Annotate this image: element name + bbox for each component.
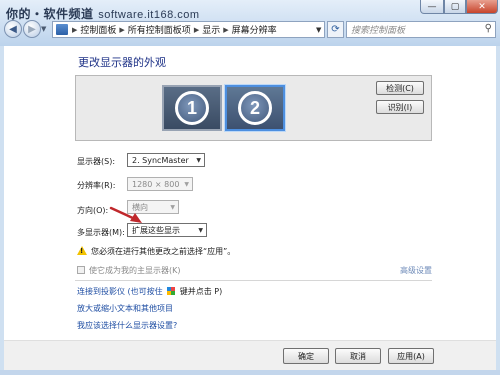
minimize-button[interactable]: —: [420, 0, 444, 14]
close-icon: ✕: [478, 1, 486, 12]
advanced-settings-link[interactable]: 高级设置: [400, 265, 432, 276]
chevron-right-icon[interactable]: ▶: [221, 26, 230, 34]
chevron-down-icon: ▼: [184, 181, 189, 188]
monitor-1-tile[interactable]: 1: [162, 85, 222, 131]
cancel-button[interactable]: 取消: [335, 348, 381, 364]
chevron-right-icon[interactable]: ▶: [70, 26, 79, 34]
monitor-2-tile[interactable]: 2: [225, 85, 285, 131]
resolution-value: 1280 × 800: [132, 179, 180, 189]
breadcrumb-control-panel[interactable]: 控制面板: [79, 23, 117, 36]
projector-line: 连接到投影仪 (也可按住 键并点击 P): [77, 286, 222, 297]
address-bar[interactable]: ▶ 控制面板 ▶ 所有控制面板项 ▶ 显示 ▶ 屏幕分辨率: [52, 21, 325, 38]
chevron-down-icon: ▼: [198, 227, 203, 234]
resolution-label: 分辨率(R):: [77, 181, 116, 190]
chevron-down-icon: ▼: [170, 204, 175, 211]
chevron-right-icon[interactable]: ▶: [192, 26, 201, 34]
main-display-checkbox-label: 使它成为我的主显示器(K): [89, 266, 181, 275]
chevron-down-icon: ▼: [196, 157, 201, 164]
chevron-right-icon[interactable]: ▶: [117, 26, 126, 34]
identify-button[interactable]: 识别(I): [376, 100, 424, 114]
search-box[interactable]: 搜索控制面板 ⚲: [346, 21, 496, 38]
resolution-select: 1280 × 800 ▼: [127, 177, 193, 191]
page-title: 更改显示器的外观: [78, 56, 166, 69]
watermark-text: 你的・软件频道: [6, 7, 94, 21]
maximize-icon: ▢: [450, 1, 460, 12]
search-input[interactable]: 搜索控制面板: [351, 23, 405, 36]
breadcrumb-screen-resolution[interactable]: 屏幕分辨率: [231, 23, 278, 36]
connect-projector-link[interactable]: 连接到投影仪 (也可按住: [77, 287, 163, 296]
back-button[interactable]: ◀: [4, 20, 22, 38]
display-help-link[interactable]: 我应该选择什么显示器设置?: [77, 320, 177, 331]
apply-button[interactable]: 应用(A): [388, 348, 434, 364]
refresh-button[interactable]: ⟳: [327, 21, 344, 38]
control-panel-icon: [56, 24, 68, 35]
window-frame-bottom: [0, 370, 500, 375]
display-select[interactable]: 2. SyncMaster ▼: [127, 153, 205, 167]
back-arrow-icon: ◀: [9, 23, 17, 35]
annotation-arrow: [109, 206, 142, 223]
detect-button[interactable]: 检测(C): [376, 81, 424, 95]
watermark: 你的・软件频道 software.it168.com: [6, 5, 200, 22]
display-label: 显示器(S):: [77, 157, 116, 166]
main-display-checkbox: [77, 266, 85, 274]
display-value: 2. SyncMaster: [132, 155, 189, 165]
warning-icon: !: [77, 246, 87, 255]
forward-button[interactable]: ▶: [23, 20, 41, 38]
ok-button[interactable]: 确定: [283, 348, 329, 364]
monitor-2-number: 2: [238, 91, 272, 125]
recent-pages-dropdown[interactable]: ▼: [41, 25, 46, 33]
breadcrumb-all-items[interactable]: 所有控制面板项: [127, 23, 192, 36]
watermark-url: software.it168.com: [98, 9, 200, 21]
warning-text: 您必须在进行其他更改之前选择“应用”。: [91, 247, 236, 256]
forward-arrow-icon: ▶: [28, 23, 36, 35]
windows-key-icon: [167, 287, 176, 295]
breadcrumb-display[interactable]: 显示: [201, 23, 221, 36]
refresh-icon: ⟳: [331, 24, 340, 35]
maximize-button[interactable]: ▢: [444, 0, 466, 14]
search-icon[interactable]: ⚲: [485, 23, 492, 34]
projector-shortcut-text: 键并点击 P): [179, 287, 223, 296]
address-history-icon[interactable]: ▼: [316, 26, 321, 34]
minimize-icon: —: [427, 1, 437, 12]
text-size-link[interactable]: 放大或缩小文本和其他项目: [77, 303, 173, 314]
close-button[interactable]: ✕: [466, 0, 498, 14]
monitor-1-number: 1: [175, 91, 209, 125]
divider: [75, 280, 432, 281]
